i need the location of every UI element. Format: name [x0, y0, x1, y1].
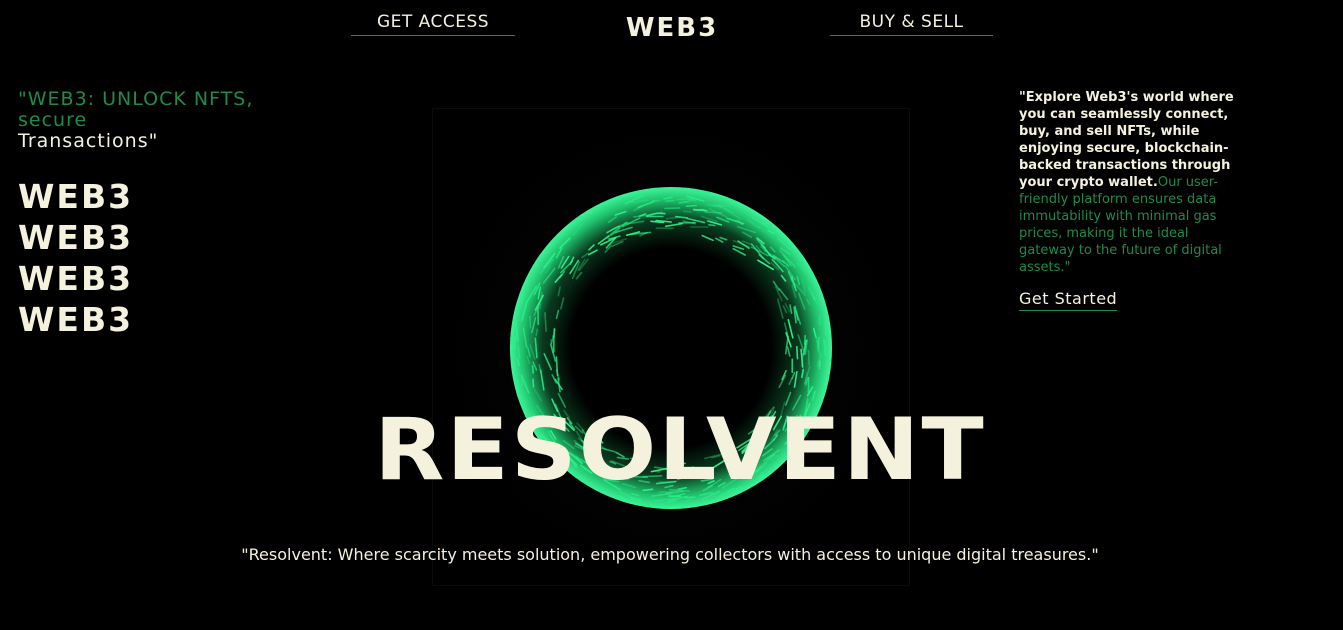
tagline: "WEB3: UNLOCK NFTS, secure Transactions" — [18, 89, 308, 152]
tagline-line-1: "WEB3: UNLOCK NFTS, secure — [18, 88, 254, 131]
orb-streak — [510, 320, 512, 340]
orb-streak — [535, 328, 539, 337]
orb-streak — [532, 378, 535, 388]
orb-streak — [531, 364, 535, 374]
orb-streak — [513, 336, 516, 350]
orb-streak — [829, 366, 832, 386]
orb-streak — [795, 345, 799, 360]
orb-streak — [665, 199, 675, 203]
orb-streak — [544, 312, 547, 332]
orb-streak — [682, 210, 692, 213]
orb-streak — [712, 204, 730, 207]
stack-item: WEB3 — [18, 300, 134, 339]
orb-streak — [685, 204, 697, 208]
hero-quote: "Resolvent: Where scarcity meets solutio… — [241, 545, 1099, 564]
nav-buy-sell-link[interactable]: BUY & SELL — [830, 12, 993, 36]
orb-streak — [629, 505, 651, 509]
orb-streak — [807, 349, 811, 366]
web3-stack: WEB3 WEB3 WEB3 WEB3 — [18, 176, 178, 340]
orb-streak — [674, 187, 694, 190]
orb-streak — [529, 315, 532, 329]
hero-title: RESOLVENT — [374, 400, 986, 500]
orb-streak — [704, 211, 722, 214]
orb-streak — [692, 208, 708, 212]
orb-streak — [650, 220, 665, 224]
stack-item: WEB3 — [18, 177, 134, 216]
orb-streak — [818, 360, 821, 370]
orb-streak — [803, 334, 807, 345]
description-muted: Our user-friendly platform ensures data … — [1019, 175, 1222, 275]
description: "Explore Web3's world where you can seam… — [1019, 89, 1234, 276]
stack-item: WEB3 — [18, 218, 134, 257]
logo[interactable]: WEB3 — [612, 13, 732, 43]
orb-streak — [708, 223, 716, 227]
orb-streak — [655, 187, 664, 190]
orb-streak — [696, 191, 716, 194]
get-started-link[interactable]: Get Started — [1019, 289, 1118, 311]
orb-streak — [520, 377, 524, 386]
stack-item: WEB3 — [18, 259, 134, 298]
nav-get-access-link[interactable]: GET ACCESS — [351, 12, 515, 36]
tagline-line-2: Transactions" — [18, 130, 159, 152]
orb-streak — [640, 503, 650, 507]
